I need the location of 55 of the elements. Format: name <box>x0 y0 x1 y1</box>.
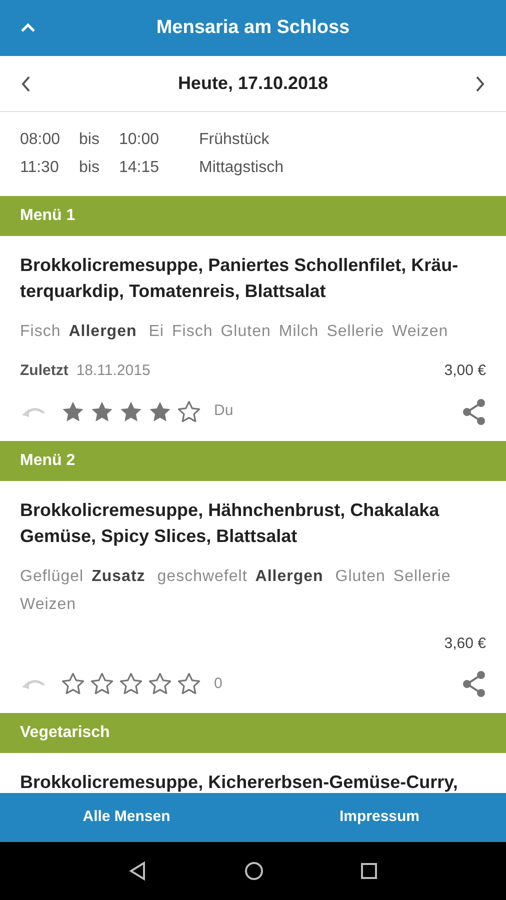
last-served-date: 18.11.2015 <box>76 361 150 381</box>
section-header: Menü 1 <box>0 196 506 236</box>
price: 3,60 € <box>444 634 486 654</box>
tag-text: Gluten <box>335 566 386 586</box>
dish-description: Brokkolicremesuppe, Hähnchenbrust, Chakalaka Gemüse, Spicy Slices, Blattsalat <box>20 498 440 548</box>
closing-time: 14:15 <box>119 158 160 178</box>
last-served-label: Zuletzt <box>20 361 68 381</box>
meal-label: Frühstück <box>199 130 270 150</box>
section-header: Menü 2 <box>0 440 506 480</box>
app-title: Mensaria am Schloss <box>155 16 351 40</box>
rating-text: 0 <box>214 674 222 694</box>
tag-text: Sellerie <box>393 566 451 586</box>
empty-star-icon[interactable] <box>176 671 202 697</box>
time-separator: bis <box>79 158 100 178</box>
tag-label: Allergen <box>68 322 137 342</box>
tag-text: Weizen <box>392 322 448 342</box>
star-rating[interactable] <box>60 671 202 697</box>
time-separator: bis <box>79 130 100 150</box>
bottom-nav-button[interactable]: Impressum <box>253 793 506 842</box>
tag-text: Fisch <box>20 322 61 342</box>
section-header: Vegetarisch <box>0 713 506 753</box>
next-day-icon[interactable] <box>474 74 486 92</box>
tag-text: geschwefelt <box>157 566 248 586</box>
closing-time: 10:00 <box>119 130 160 150</box>
recents-icon[interactable] <box>360 862 378 880</box>
bottom-nav-button[interactable]: Alle Mensen <box>0 793 253 842</box>
previous-day-icon[interactable] <box>20 74 32 92</box>
home-icon[interactable] <box>244 861 264 881</box>
star-rating[interactable] <box>60 398 202 424</box>
empty-star-icon[interactable] <box>60 671 86 697</box>
share-icon[interactable] <box>462 398 486 424</box>
tag-text: Weizen <box>20 594 76 614</box>
empty-star-icon[interactable] <box>118 671 144 697</box>
rating-text: Du <box>214 401 234 422</box>
empty-star-icon[interactable] <box>147 671 173 697</box>
tag-text: Geflügel <box>20 566 84 586</box>
tag-text: Sellerie <box>326 322 384 342</box>
back-icon[interactable] <box>128 861 148 881</box>
date-title: Heute, 17.10.2018 <box>176 72 330 95</box>
tag-text: Gluten <box>220 322 271 342</box>
empty-star-icon[interactable] <box>176 398 202 424</box>
tag-text: Milch <box>278 322 319 342</box>
tag-text: Ei <box>148 322 164 342</box>
tag-label: Allergen <box>255 566 324 586</box>
opening-time: 11:30 <box>20 158 60 178</box>
dish-description: Brokkolicremesuppe, Kichererbsen-Gemüse-Curry, <box>20 771 459 793</box>
opening-time: 08:00 <box>20 130 62 150</box>
dish-description: Brokkolicremesuppe, Paniertes Schollenfilet, Kräu-terquarkdip, Tomatenreis, Blattsalat <box>20 254 460 303</box>
empty-star-icon[interactable] <box>89 671 115 697</box>
meal-label: Mittagstisch <box>199 158 284 178</box>
tag-label: Zusatz <box>92 566 146 586</box>
share-icon[interactable] <box>462 671 486 697</box>
price: 3,00 € <box>444 361 486 381</box>
collapse-icon[interactable] <box>20 22 36 34</box>
tag-text: Fisch <box>172 322 213 342</box>
